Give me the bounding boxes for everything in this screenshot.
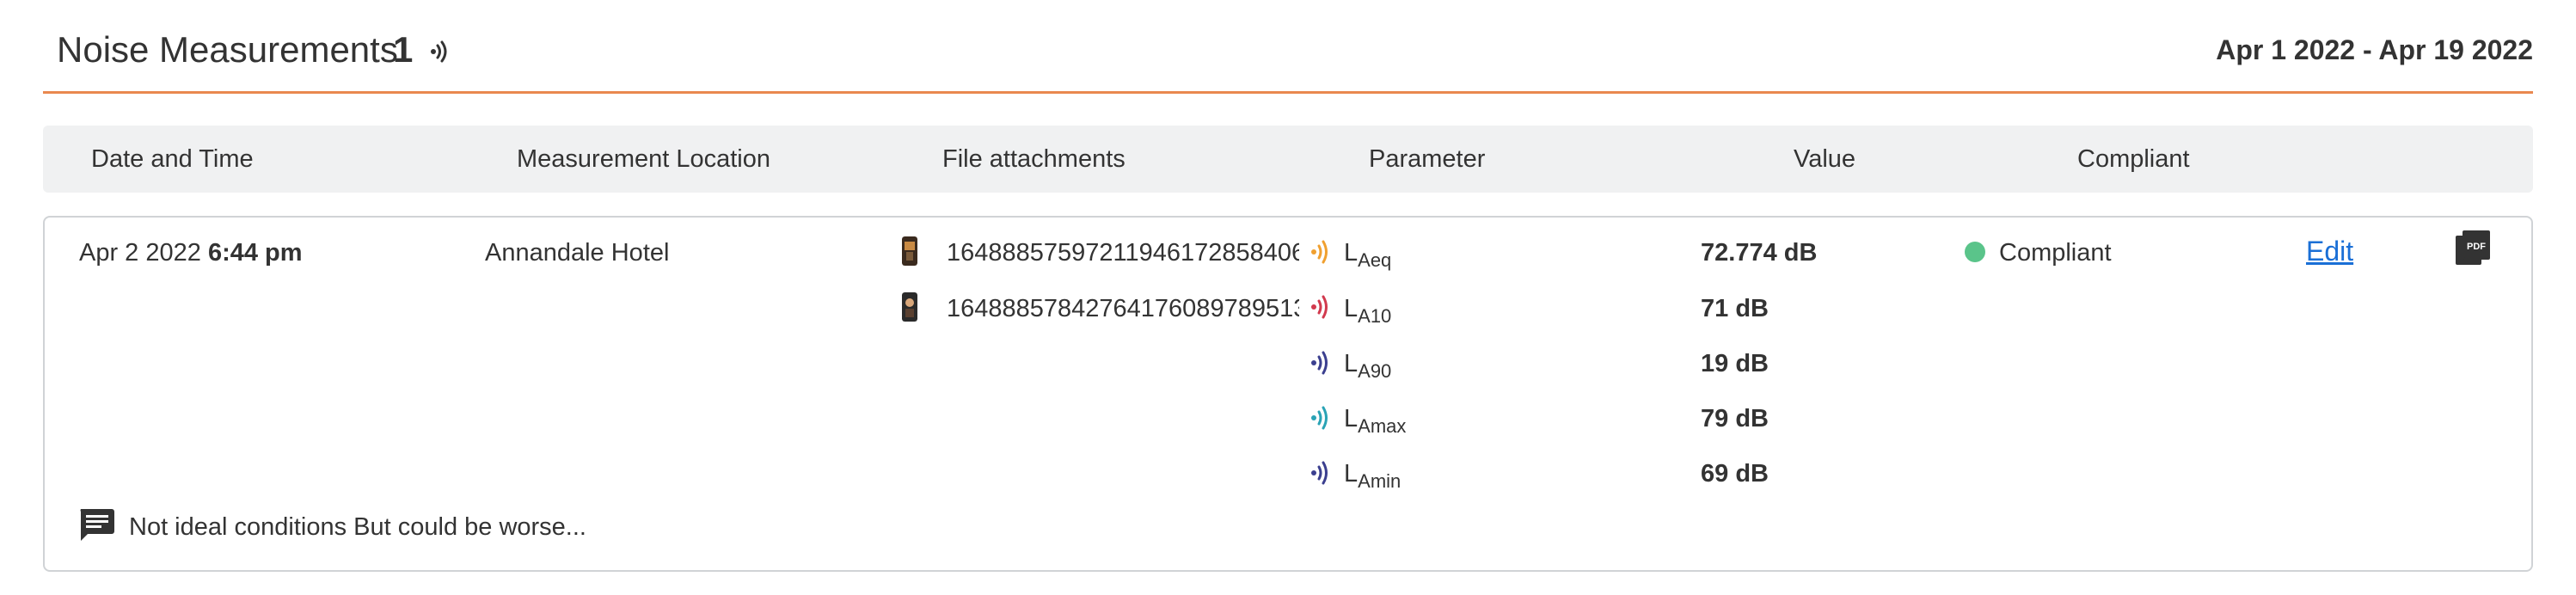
sound-wave-icon	[1311, 240, 1328, 264]
image-thumbnail-icon[interactable]	[902, 236, 917, 266]
parameter-value: 19 dB	[1701, 350, 1769, 377]
file-attachment-link[interactable]: 16488857597211946172858406	[947, 239, 1299, 267]
parameter-label: LAmax	[1344, 405, 1407, 437]
parameter-value: 79 dB	[1701, 405, 1769, 432]
column-header-compliant: Compliant	[2077, 145, 2190, 173]
column-header-value: Value	[1794, 145, 1856, 173]
sound-wave-icon	[1311, 295, 1328, 319]
column-header-parameter: Parameter	[1369, 145, 1486, 173]
parameter-label: LAmin	[1344, 460, 1401, 492]
svg-text:PDF: PDF	[2467, 242, 2486, 252]
sound-wave-icon	[1311, 406, 1328, 430]
measurement-date-time: Apr 2 2022 6:44 pm	[79, 239, 303, 267]
sound-wave-icon	[1311, 351, 1328, 375]
measurement-location: Annandale Hotel	[485, 239, 670, 267]
parameter-value: 72.774 dB	[1701, 239, 1818, 267]
page-title: Noise Measurements	[57, 29, 398, 70]
file-attachment-link[interactable]: 16488857842764176089789513	[947, 295, 1299, 323]
measurement-time: 6:44 pm	[207, 239, 303, 267]
column-header-location[interactable]: Measurement Location	[517, 145, 770, 174]
date-range[interactable]: Apr 1 2022 - Apr 19 2022	[2216, 34, 2533, 66]
sound-wave-icon	[431, 40, 447, 63]
parameter-label: LA10	[1344, 295, 1392, 327]
measurement-date: Apr 2 2022	[79, 239, 201, 267]
measurement-count: 1	[393, 29, 414, 70]
edit-link[interactable]: Edit	[2306, 236, 2353, 267]
parameter-label: LAeq	[1344, 239, 1392, 271]
column-header-file-attachments: File attachments	[942, 145, 1125, 173]
compliant-status-dot	[1965, 242, 1985, 262]
compliant-status: Compliant	[1999, 239, 2112, 267]
sound-wave-icon	[1311, 461, 1328, 485]
accent-divider	[43, 91, 2533, 94]
parameter-value: 71 dB	[1701, 295, 1769, 322]
parameter-value: 69 dB	[1701, 460, 1769, 488]
pdf-icon[interactable]: PDF	[2456, 230, 2490, 267]
column-header-date-time[interactable]: Date and Time	[91, 145, 254, 174]
comment-icon	[80, 509, 114, 541]
parameter-label: LA90	[1344, 350, 1392, 382]
measurement-comment: Not ideal conditions But could be worse.…	[129, 513, 586, 541]
image-thumbnail-icon[interactable]	[902, 292, 917, 322]
